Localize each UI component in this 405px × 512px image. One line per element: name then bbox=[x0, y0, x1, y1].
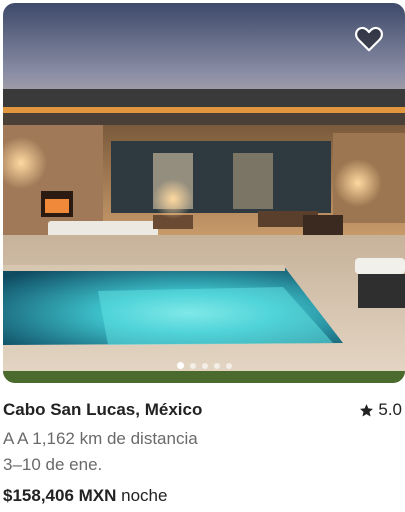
favorite-button[interactable] bbox=[353, 23, 385, 55]
price-row: $158,406 MXN noche bbox=[3, 486, 167, 506]
carousel-dot-2[interactable] bbox=[189, 362, 196, 369]
listing-photo[interactable] bbox=[3, 3, 405, 383]
villa-photo bbox=[3, 3, 405, 383]
listing-price: $158,406 MXN bbox=[3, 486, 117, 505]
carousel-dot-4[interactable] bbox=[213, 362, 220, 369]
star-icon bbox=[360, 403, 374, 416]
rating-value: 5.0 bbox=[378, 400, 402, 419]
listing-dates: 3–10 de ene. bbox=[3, 455, 103, 474]
listing-card[interactable]: Cabo San Lucas, México 5.0 A A 1,162 km … bbox=[0, 0, 405, 512]
listing-distance: A A 1,162 km de distancia bbox=[3, 429, 198, 448]
listing-title[interactable]: Cabo San Lucas, México bbox=[3, 400, 202, 420]
carousel-dot-1[interactable] bbox=[176, 362, 184, 369]
carousel-dot-3[interactable] bbox=[201, 362, 208, 369]
rating: 5.0 bbox=[359, 400, 402, 420]
carousel-dots bbox=[3, 362, 405, 369]
heart-icon bbox=[355, 26, 383, 52]
price-unit: noche bbox=[121, 486, 168, 505]
carousel-dot-5[interactable] bbox=[225, 362, 232, 369]
title-row: Cabo San Lucas, México 5.0 bbox=[3, 400, 402, 420]
